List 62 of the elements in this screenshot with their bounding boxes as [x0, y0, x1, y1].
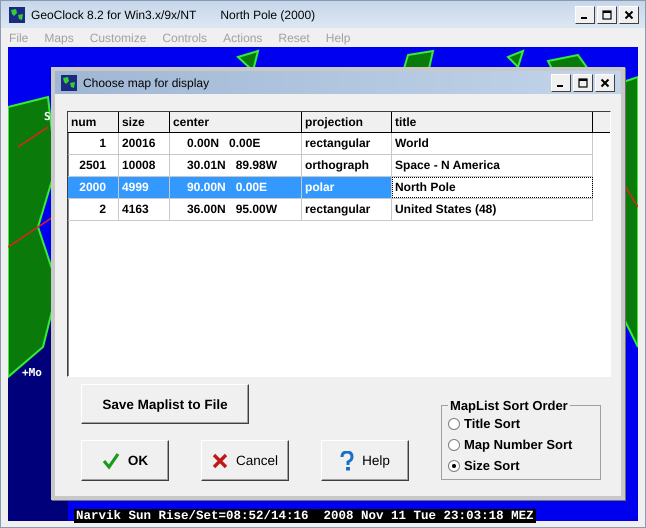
table-cell: 90.00N 0.00E: [170, 177, 302, 198]
table-cell: orthograph: [302, 155, 392, 176]
minimize-button[interactable]: [551, 74, 571, 92]
maximize-button[interactable]: [573, 74, 593, 92]
window-subtitle: North Pole (2000): [220, 8, 316, 22]
table-cell: 4999: [119, 177, 170, 198]
column-header[interactable]: center: [170, 112, 302, 132]
close-icon: [624, 10, 634, 20]
radio-option[interactable]: Title Sort: [448, 413, 600, 434]
table-cell: rectangular: [302, 199, 392, 220]
table-cell: 30.01N 89.98W: [170, 155, 302, 176]
table-cell: 4163: [119, 199, 170, 220]
radio-button[interactable]: [448, 418, 460, 430]
column-header[interactable]: projection: [302, 112, 392, 132]
radio-button[interactable]: [448, 438, 460, 450]
table-cell: Space - N America: [392, 155, 593, 176]
table-cell: polar: [302, 177, 392, 198]
column-header[interactable]: size: [119, 112, 170, 132]
table-cell: World: [392, 133, 593, 154]
table-cell: United States (48): [392, 199, 593, 220]
table-cell: rectangular: [302, 133, 392, 154]
group-title: MapList Sort Order: [449, 398, 569, 413]
radio-button[interactable]: [448, 460, 460, 472]
column-header[interactable]: num: [68, 112, 119, 132]
table-cell: 1: [68, 133, 119, 154]
table-row[interactable]: 1 20016 0.00N 0.00E rectangular World: [68, 133, 593, 155]
table-row[interactable]: 2000 4999 90.00N 0.00E polar North Pole: [68, 177, 593, 199]
table-cell: 36.00N 95.00W: [170, 199, 302, 220]
help-button[interactable]: Help: [321, 440, 409, 481]
x-mark-icon: [212, 452, 228, 468]
checkmark-icon: [102, 452, 120, 470]
globe-icon: [9, 6, 25, 22]
column-header[interactable]: title: [392, 112, 593, 132]
table-row[interactable]: 2 4163 36.00N 95.00W rectangular United States (48): [68, 199, 593, 221]
minimize-button[interactable]: [575, 6, 595, 24]
minimize-icon: [557, 85, 563, 87]
dialog-title: Choose map for display: [83, 76, 210, 90]
save-maplist-button[interactable]: Save Maplist to File: [81, 384, 249, 424]
table-cell: 2501: [68, 155, 119, 176]
close-icon: [600, 78, 610, 88]
window-title: GeoClock 8.2 for Win3.x/9x/NT: [31, 8, 196, 22]
table-cell: 2: [68, 199, 119, 220]
table-cell: 0.00N 0.00E: [170, 133, 302, 154]
question-mark-icon: [340, 450, 354, 470]
globe-icon: [61, 74, 77, 90]
table-cell: 10008: [119, 155, 170, 176]
radio-option[interactable]: Size Sort: [448, 455, 600, 476]
ok-button[interactable]: OK: [81, 440, 169, 481]
table-cell: 20016: [119, 133, 170, 154]
map-label: S: [44, 110, 51, 123]
status-bar: Narvik Sun Rise/Set=08:52/14:16 2008 Nov 11 Tue 23:03:18 MEZ: [74, 509, 536, 523]
maximize-icon: [602, 10, 612, 20]
map-label: +Mo: [22, 366, 42, 379]
minimize-icon: [581, 17, 587, 19]
table-cell: North Pole: [392, 177, 593, 198]
cancel-button[interactable]: Cancel: [201, 440, 289, 481]
radio-option[interactable]: Map Number Sort: [448, 434, 600, 455]
table-cell: 2000: [68, 177, 119, 198]
maximize-icon: [578, 78, 588, 88]
close-button[interactable]: [595, 74, 615, 92]
maximize-button[interactable]: [597, 6, 617, 24]
close-button[interactable]: [619, 6, 639, 24]
